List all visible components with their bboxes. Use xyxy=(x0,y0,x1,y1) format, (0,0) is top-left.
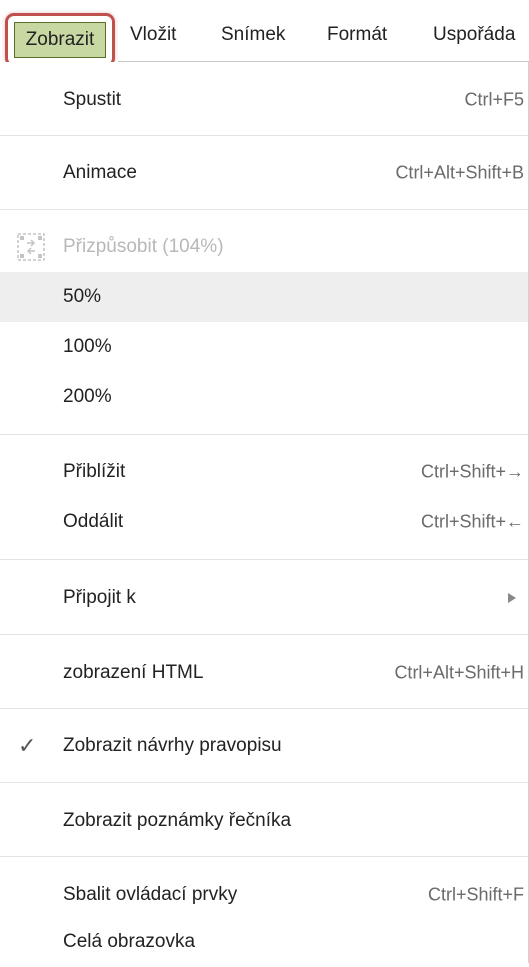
menu-item-label: Animace xyxy=(63,162,137,183)
view-dropdown-menu: Spustit Ctrl+F5 Animace Ctrl+Alt+Shift+B… xyxy=(0,62,529,963)
menu-item-oddalit[interactable]: Oddálit Ctrl+Shift+← xyxy=(0,497,528,547)
separator xyxy=(0,209,528,210)
menu-snimek[interactable]: Snímek xyxy=(221,24,285,46)
separator xyxy=(0,434,528,435)
fit-to-window-icon xyxy=(17,233,45,261)
separator xyxy=(0,782,528,783)
menu-item-label: Celá obrazovka xyxy=(63,931,196,952)
menu-zobrazit[interactable]: Zobrazit xyxy=(14,22,106,58)
separator xyxy=(0,135,528,136)
menu-item-shortcut: Ctrl+Shift+← xyxy=(420,511,524,532)
zobrazit-highlight: Zobrazit xyxy=(5,13,115,67)
menu-item-pripojit-k[interactable]: Připojit k xyxy=(0,573,528,623)
menu-item-label: Zobrazit poznámky řečníka xyxy=(63,810,292,831)
menu-item-shortcut: Ctrl+Shift+→ xyxy=(420,461,524,482)
menu-item-label: Sbalit ovládací prvky xyxy=(63,884,238,905)
menu-item-shortcut: Ctrl+Shift+F xyxy=(427,884,524,905)
separator xyxy=(0,559,528,560)
menu-item-cela-obrazovka[interactable]: Celá obrazovka xyxy=(0,917,528,967)
menu-item-label: Zobrazit návrhy pravopisu xyxy=(63,735,282,756)
menu-vlozit[interactable]: Vložit xyxy=(130,24,176,46)
menu-item-zoom-200[interactable]: 200% xyxy=(0,372,528,422)
menu-item-label: Přiblížit xyxy=(63,461,126,482)
separator xyxy=(0,708,528,709)
menu-item-label: Přizpůsobit (104%) xyxy=(63,236,224,257)
menu-usporadat[interactable]: Uspořáda xyxy=(433,24,515,46)
menu-item-zoom-100[interactable]: 100% xyxy=(0,322,528,372)
menu-item-label: 50% xyxy=(63,286,102,307)
menu-item-sbalit-ovladaci-prvky[interactable]: Sbalit ovládací prvky Ctrl+Shift+F xyxy=(0,870,528,920)
menu-item-zoom-50[interactable]: 50% xyxy=(0,272,528,322)
menu-item-label: 100% xyxy=(63,336,112,357)
separator xyxy=(0,634,528,635)
menu-item-priblizit[interactable]: Přiblížit Ctrl+Shift+→ xyxy=(0,447,528,497)
menu-item-label: zobrazení HTML xyxy=(63,662,204,683)
menu-item-poznamky-recnika[interactable]: Zobrazit poznámky řečníka xyxy=(0,796,528,846)
menu-item-label: 200% xyxy=(63,386,112,407)
menu-item-spustit[interactable]: Spustit Ctrl+F5 xyxy=(0,75,528,125)
menu-item-shortcut: Ctrl+Alt+Shift+H xyxy=(394,662,524,683)
separator xyxy=(0,856,528,857)
menu-item-label: Oddálit xyxy=(63,511,124,532)
menu-item-prizpusobit: Přizpůsobit (104%) xyxy=(0,222,528,272)
menu-bar: Zobrazit Vložit Snímek Formát Uspořáda xyxy=(0,0,529,70)
menu-item-shortcut: Ctrl+F5 xyxy=(464,89,524,110)
menu-format[interactable]: Formát xyxy=(327,24,387,46)
menu-item-label: Připojit k xyxy=(63,587,136,608)
menu-item-shortcut: Ctrl+Alt+Shift+B xyxy=(395,162,524,183)
checkmark-icon: ✓ xyxy=(18,733,37,758)
menu-item-navrhy-pravopisu[interactable]: ✓ Zobrazit návrhy pravopisu xyxy=(0,721,528,771)
menu-item-zobrazeni-html[interactable]: zobrazení HTML Ctrl+Alt+Shift+H xyxy=(0,648,528,698)
submenu-arrow-icon xyxy=(508,593,516,603)
menu-item-label: Spustit xyxy=(63,89,122,110)
menu-item-animace[interactable]: Animace Ctrl+Alt+Shift+B xyxy=(0,148,528,198)
